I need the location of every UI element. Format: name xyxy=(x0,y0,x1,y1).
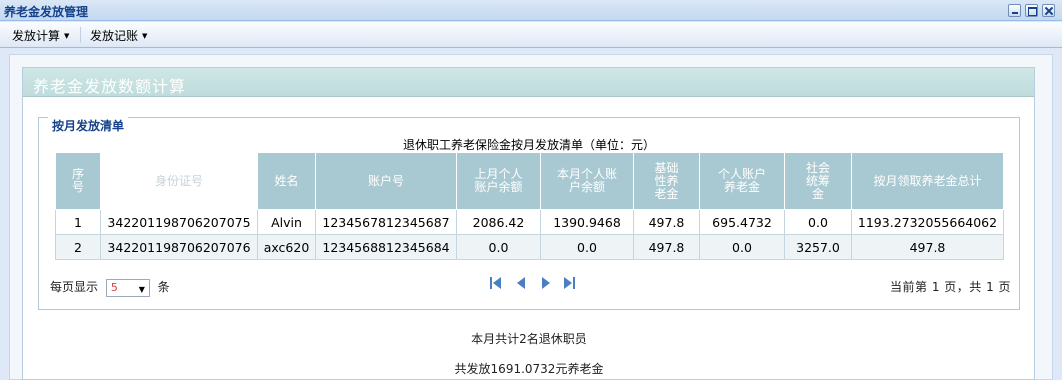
table-cell: 1390.9468 xyxy=(540,209,634,235)
table-row[interactable]: 1 342201198706207075 Alvin 1234567812345… xyxy=(55,209,1004,235)
page-status: 当前第 1 页，共 1 页 xyxy=(890,280,1012,294)
table-cell: 497.8 xyxy=(633,209,700,235)
table-cell: 342201198706207076 xyxy=(100,234,258,260)
table-cell: 497.8 xyxy=(851,234,1004,260)
minimize-icon[interactable] xyxy=(1008,4,1021,17)
page-size-control: 每页显示 5 ▼ 条 xyxy=(50,278,170,297)
chevron-down-icon: ▼ xyxy=(138,284,145,294)
maximize-icon[interactable] xyxy=(1025,4,1038,17)
table-cell: 2086.42 xyxy=(456,209,541,235)
dropdown-arrow-icon: ▼ xyxy=(64,32,70,40)
table-cell: 1234567812345687 xyxy=(315,209,457,235)
menu-calculate-label: 发放计算 xyxy=(12,29,61,43)
dropdown-arrow-icon: ▼ xyxy=(142,32,148,40)
table-caption: 退休职工养老保险金按月发放清单（单位：元） xyxy=(402,138,655,152)
menu-calculate[interactable]: 发放计算 ▼ xyxy=(12,27,69,44)
page-size-label: 每页显示 xyxy=(50,280,99,294)
page-size-value: 5 xyxy=(110,280,118,294)
column-header[interactable]: 身份证号 xyxy=(100,152,258,210)
column-header[interactable]: 本月个人账户余额 xyxy=(540,152,634,210)
panel-header: 养老金发放数额计算 xyxy=(23,68,1034,97)
table-cell: Alvin xyxy=(257,209,316,235)
column-header[interactable]: 按月领取养老金总计 xyxy=(851,152,1004,210)
table-cell: 695.4732 xyxy=(699,209,785,235)
panel-title: 养老金发放数额计算 xyxy=(33,77,187,96)
table-cell: 342201198706207075 xyxy=(100,209,258,235)
pension-table: 序号 身份证号 姓名 账户号 上月个人账户余额 本月个人账户余额 基础性养老金 … xyxy=(55,152,1004,260)
table-cell: 2 xyxy=(55,234,101,260)
column-header[interactable]: 上月个人账户余额 xyxy=(456,152,541,210)
table-cell: 0.0 xyxy=(456,234,541,260)
last-page-icon[interactable] xyxy=(564,276,576,290)
next-page-icon[interactable] xyxy=(540,276,552,290)
table-cell: 1193.2732055664062 xyxy=(851,209,1004,235)
first-page-icon[interactable] xyxy=(490,276,502,290)
page-size-unit: 条 xyxy=(157,280,170,294)
table-cell: 3257.0 xyxy=(784,234,852,260)
retiree-count-summary: 本月共计2名退休职员 xyxy=(471,332,587,346)
column-header[interactable]: 个人账户养老金 xyxy=(699,152,785,210)
menu-accounting[interactable]: 发放记账 ▼ xyxy=(90,27,147,44)
menu-accounting-label: 发放记账 xyxy=(90,29,139,43)
table-cell: 1234568812345684 xyxy=(315,234,457,260)
table-cell: 0.0 xyxy=(540,234,634,260)
column-header[interactable]: 序号 xyxy=(55,152,101,210)
close-icon[interactable] xyxy=(1042,4,1055,17)
table-row[interactable]: 2 342201198706207076 axc620 123456881234… xyxy=(55,234,1004,260)
pagination-buttons xyxy=(490,276,585,293)
prev-page-icon[interactable] xyxy=(515,276,527,290)
page-size-select[interactable]: 5 ▼ xyxy=(105,278,150,297)
column-header[interactable]: 账户号 xyxy=(315,152,457,210)
table-cell: 0.0 xyxy=(784,209,852,235)
column-header[interactable]: 社会统筹金 xyxy=(784,152,852,210)
column-header[interactable]: 基础性养老金 xyxy=(633,152,700,210)
table-header-row: 序号 身份证号 姓名 账户号 上月个人账户余额 本月个人账户余额 基础性养老金 … xyxy=(55,152,1004,210)
table-cell: 497.8 xyxy=(633,234,700,260)
table-cell: axc620 xyxy=(257,234,316,260)
table-cell: 1 xyxy=(55,209,101,235)
column-header[interactable]: 姓名 xyxy=(257,152,316,210)
group-legend: 按月发放清单 xyxy=(48,117,129,134)
table-cell: 0.0 xyxy=(699,234,785,260)
window-title: 养老金发放管理 xyxy=(4,5,89,19)
window-titlebar: 养老金发放管理 xyxy=(0,0,1062,21)
menubar: 发放计算 ▼ 发放记账 ▼ xyxy=(0,22,1062,48)
menu-separator xyxy=(80,27,81,43)
total-payout-summary: 共发放1691.0732元养老金 xyxy=(454,362,604,376)
